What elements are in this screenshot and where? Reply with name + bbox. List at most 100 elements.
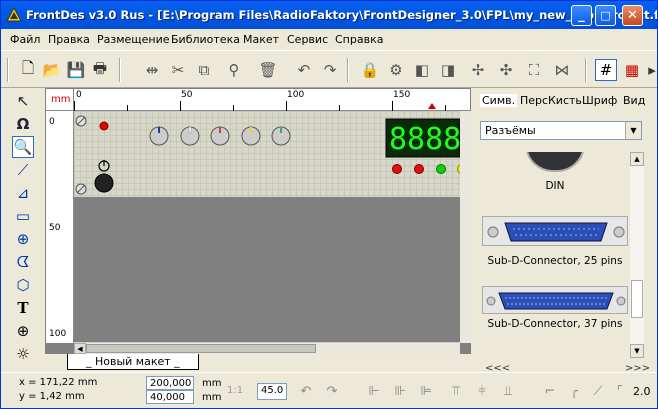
- paste-icon[interactable]: ⚲: [223, 59, 245, 81]
- tab-font[interactable]: Шриф: [582, 94, 617, 107]
- save-icon[interactable]: 💾: [65, 59, 87, 81]
- scroll-down-icon[interactable]: ▼: [630, 344, 644, 358]
- rectangle-tool-icon[interactable]: ▭: [12, 205, 34, 227]
- rotate-icon[interactable]: Ω: [12, 113, 34, 135]
- symbol-label-sub-d-37[interactable]: Sub-D-Connector, 37 pins: [480, 318, 630, 330]
- send-back-icon[interactable]: ◨: [437, 59, 459, 81]
- mirror-icon[interactable]: ⋈: [551, 59, 573, 81]
- power-switch[interactable]: [94, 160, 114, 193]
- symbol-label-din[interactable]: DIN: [480, 180, 630, 192]
- corner-dash-icon[interactable]: ⌜: [611, 382, 629, 400]
- open-folder-icon[interactable]: 📂: [41, 59, 63, 81]
- potentiometer-knob[interactable]: [271, 126, 291, 146]
- scale-tool-icon[interactable]: ☼: [12, 343, 34, 365]
- tab-view[interactable]: Вид: [623, 94, 645, 107]
- undo-icon[interactable]: ↶: [293, 59, 315, 81]
- led-red[interactable]: [99, 121, 109, 131]
- tab-new-layout[interactable]: _ Новый макет _: [67, 354, 199, 370]
- menu-help[interactable]: Справка: [335, 33, 383, 46]
- copy-icon[interactable]: ⧉: [193, 59, 215, 81]
- align-right-icon[interactable]: ⊫: [417, 382, 435, 400]
- tab-symbols[interactable]: Симв.: [480, 94, 518, 107]
- minimize-button[interactable]: _: [571, 5, 592, 26]
- potentiometer-knob[interactable]: [210, 126, 230, 146]
- align-icon[interactable]: ⇹: [141, 59, 163, 81]
- redo-icon[interactable]: ↷: [319, 59, 341, 81]
- potentiometer-knob[interactable]: [149, 126, 169, 146]
- align-center-icon[interactable]: ⊪: [391, 382, 409, 400]
- corner-bevel-icon[interactable]: ⟋: [589, 382, 607, 400]
- category-select[interactable]: Разъёмы ▼: [480, 121, 642, 140]
- zoom-icon[interactable]: 🔍: [12, 136, 34, 158]
- line-tool-icon[interactable]: ⟋: [12, 159, 34, 181]
- canvas-vertical-scrollbar[interactable]: [460, 111, 471, 343]
- bring-front-icon[interactable]: ◧: [411, 59, 433, 81]
- tab-personal[interactable]: Перс: [520, 94, 548, 107]
- print-icon[interactable]: 🖶: [89, 59, 111, 81]
- led-green[interactable]: [436, 164, 446, 174]
- center-horizontal-icon[interactable]: ✢: [467, 59, 489, 81]
- align-middle-icon[interactable]: ⫩: [473, 382, 491, 400]
- scroll-up-icon[interactable]: ▲: [630, 152, 644, 166]
- menu-library[interactable]: Библиотека: [171, 33, 240, 46]
- ratio-label[interactable]: 1:1: [227, 385, 243, 396]
- color-palette-icon[interactable]: ▦: [621, 59, 643, 81]
- line-width-value[interactable]: 2.0: [633, 385, 651, 398]
- tab-brush[interactable]: Кисть: [548, 94, 582, 107]
- din-connector-image[interactable]: [525, 152, 585, 172]
- symbol-list-scrollbar[interactable]: ▲ ▼: [630, 152, 644, 358]
- corner-square-icon[interactable]: ⌐: [541, 382, 559, 400]
- led-red[interactable]: [414, 164, 424, 174]
- scroll-thumb[interactable]: [631, 280, 643, 318]
- delete-icon[interactable]: 🗑: [257, 59, 279, 81]
- center-vertical-icon[interactable]: ✣: [495, 59, 517, 81]
- chevron-down-icon[interactable]: ▼: [625, 122, 641, 139]
- hole-tool-icon[interactable]: ⬡: [12, 274, 34, 296]
- distribute-icon[interactable]: ⛶: [523, 59, 545, 81]
- arc-tool-icon[interactable]: ᗧ: [12, 251, 34, 273]
- width-field[interactable]: 200,000: [146, 376, 194, 390]
- led-red[interactable]: [392, 164, 402, 174]
- rotate-left-icon[interactable]: ↶: [297, 382, 315, 400]
- lock-icon[interactable]: 🔒: [359, 59, 381, 81]
- menu-service[interactable]: Сервис: [287, 33, 328, 46]
- sub-d-25-image[interactable]: [482, 216, 628, 246]
- select-arrow-icon[interactable]: ↖: [12, 90, 34, 112]
- menu-file[interactable]: Файл: [10, 33, 40, 46]
- angle-field[interactable]: 45.0: [257, 383, 287, 400]
- more-icon[interactable]: ▸: [641, 59, 657, 81]
- circle-tool-icon[interactable]: ⊕: [12, 228, 34, 250]
- new-document-icon[interactable]: 🗋: [17, 59, 39, 81]
- align-top-icon[interactable]: ⫪: [447, 382, 465, 400]
- front-panel[interactable]: 8888: [74, 111, 460, 197]
- potentiometer-knob[interactable]: [241, 126, 261, 146]
- grid-icon[interactable]: #: [595, 59, 617, 81]
- canvas-horizontal-scrollbar[interactable]: ◀: [74, 342, 460, 354]
- corner-round-icon[interactable]: ╭: [565, 382, 583, 400]
- maximize-button[interactable]: □: [595, 5, 616, 26]
- sub-d-37-image[interactable]: [482, 286, 628, 314]
- mounting-hole[interactable]: [75, 115, 87, 127]
- polygon-tool-icon[interactable]: ⊿: [12, 182, 34, 204]
- symbol-label-sub-d-25[interactable]: Sub-D-Connector, 25 pins: [480, 255, 630, 267]
- align-left-icon[interactable]: ⊩: [365, 382, 383, 400]
- category-value: Разъёмы: [485, 124, 536, 137]
- menu-placement[interactable]: Размещение: [97, 33, 170, 46]
- title-bar[interactable]: FrontDes v3.0 Rus - [E:\Program Files\Ra…: [1, 1, 657, 29]
- unlock-icon[interactable]: ⚙: [385, 59, 407, 81]
- scroll-thumb[interactable]: [86, 344, 316, 353]
- potentiometer-knob[interactable]: [180, 126, 200, 146]
- menu-layout[interactable]: Макет: [243, 33, 279, 46]
- mounting-hole[interactable]: [75, 183, 87, 195]
- cut-icon[interactable]: ✂: [167, 59, 189, 81]
- text-tool-icon[interactable]: T: [12, 297, 34, 319]
- scroll-left-icon[interactable]: ◀: [74, 343, 86, 354]
- height-field[interactable]: 40,000: [146, 390, 194, 404]
- sub-d-25-icon: [487, 222, 625, 242]
- align-bottom-icon[interactable]: ⫫: [499, 382, 517, 400]
- menu-edit[interactable]: Правка: [48, 33, 90, 46]
- rotate-right-icon[interactable]: ↷: [323, 382, 341, 400]
- close-button[interactable]: ✕: [622, 5, 643, 26]
- crosshair-tool-icon[interactable]: ⊕: [12, 320, 34, 342]
- design-canvas[interactable]: mm 0 50 100 150 0 50 100 8888 ◀: [45, 88, 471, 354]
